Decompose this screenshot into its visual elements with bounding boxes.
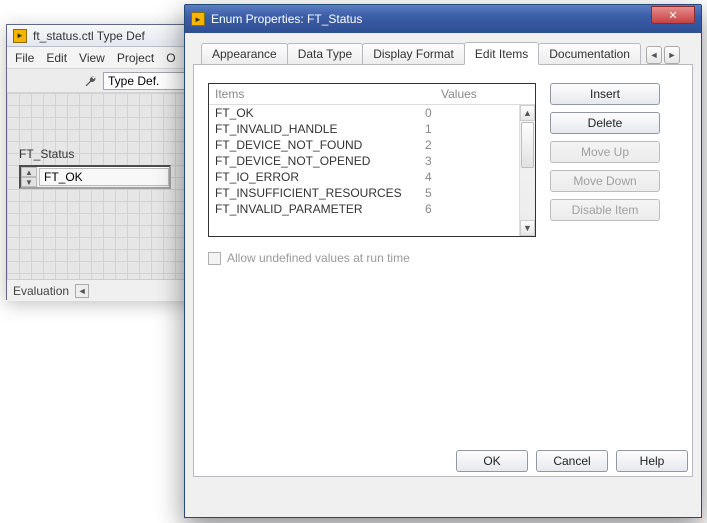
dialog-body: Appearance Data Type Display Format Edit…: [193, 41, 693, 509]
tab-spinner[interactable]: ◄ ►: [646, 46, 680, 64]
tab-spin-right-icon[interactable]: ►: [664, 46, 680, 64]
tab-data-type[interactable]: Data Type: [287, 43, 363, 64]
table-row: FT_IO_ERROR4: [209, 169, 519, 185]
scroll-thumb[interactable]: [521, 122, 534, 168]
side-buttons: Insert Delete Move Up Move Down Disable …: [550, 83, 660, 221]
table-row: FT_DEVICE_NOT_OPENED3: [209, 153, 519, 169]
enum-incdec[interactable]: ▲ ▼: [21, 167, 37, 187]
enum-control[interactable]: ▲ ▼ FT_OK: [19, 165, 171, 189]
items-header: Items Values: [209, 84, 535, 105]
scroll-down-icon[interactable]: ▼: [520, 220, 535, 236]
typedef-mode-label: Type Def.: [108, 74, 159, 88]
tab-appearance[interactable]: Appearance: [201, 43, 288, 64]
tab-spin-left-icon[interactable]: ◄: [646, 46, 662, 64]
table-row: FT_INVALID_PARAMETER6: [209, 201, 519, 217]
dialog-titlebar[interactable]: Enum Properties: FT_Status ✕: [185, 5, 701, 33]
menu-edit[interactable]: Edit: [46, 51, 67, 65]
delete-button[interactable]: Delete: [550, 112, 660, 134]
ok-button[interactable]: OK: [456, 450, 528, 472]
allow-undefined-label: Allow undefined values at run time: [227, 251, 410, 265]
move-up-button[interactable]: Move Up: [550, 141, 660, 163]
dialog-footer: OK Cancel Help: [452, 444, 692, 476]
scroll-up-icon[interactable]: ▲: [520, 105, 535, 121]
tab-page-edit-items: Items Values FT_OK0 FT_INVALID_HANDLE1 F…: [193, 65, 693, 477]
allow-undefined-row[interactable]: Allow undefined values at run time: [208, 251, 678, 265]
insert-button[interactable]: Insert: [550, 83, 660, 105]
disable-item-button[interactable]: Disable Item: [550, 199, 660, 221]
enum-inc-icon[interactable]: ▲: [21, 167, 37, 177]
typedef-title: ft_status.ctl Type Def: [33, 29, 145, 43]
table-row: FT_DEVICE_NOT_FOUND2: [209, 137, 519, 153]
items-scrollbar[interactable]: ▲ ▼: [519, 105, 535, 236]
tabstrip: Appearance Data Type Display Format Edit…: [193, 41, 693, 65]
menu-truncated[interactable]: O: [166, 51, 175, 65]
menu-view[interactable]: View: [79, 51, 105, 65]
items-header-items: Items: [209, 84, 435, 104]
close-button[interactable]: ✕: [651, 6, 695, 24]
items-listbox[interactable]: Items Values FT_OK0 FT_INVALID_HANDLE1 F…: [208, 83, 536, 237]
dialog-title: Enum Properties: FT_Status: [211, 12, 362, 26]
wrench-icon: [83, 74, 97, 88]
enum-control-label[interactable]: FT_Status: [19, 147, 74, 161]
menu-project[interactable]: Project: [117, 51, 154, 65]
enum-control-value[interactable]: FT_OK: [39, 168, 169, 186]
items-header-values: Values: [435, 84, 535, 104]
table-row: FT_OK0: [209, 105, 519, 121]
menu-file[interactable]: File: [15, 51, 34, 65]
close-icon: ✕: [668, 9, 677, 22]
allow-undefined-checkbox[interactable]: [208, 252, 221, 265]
scroll-left-icon[interactable]: ◄: [75, 284, 89, 298]
enum-dec-icon[interactable]: ▼: [21, 177, 37, 187]
help-button[interactable]: Help: [616, 450, 688, 472]
table-row: FT_INSUFFICIENT_RESOURCES5: [209, 185, 519, 201]
cancel-button[interactable]: Cancel: [536, 450, 608, 472]
items-rows[interactable]: FT_OK0 FT_INVALID_HANDLE1 FT_DEVICE_NOT_…: [209, 105, 519, 236]
tab-display-format[interactable]: Display Format: [362, 43, 465, 64]
status-text: Evaluation: [13, 284, 69, 298]
labview-icon: [13, 29, 27, 43]
tab-edit-items[interactable]: Edit Items: [464, 42, 539, 65]
table-row: FT_INVALID_HANDLE1: [209, 121, 519, 137]
labview-icon: [191, 12, 205, 26]
enum-properties-dialog: Enum Properties: FT_Status ✕ Appearance …: [184, 4, 702, 518]
tab-documentation[interactable]: Documentation: [538, 43, 641, 64]
move-down-button[interactable]: Move Down: [550, 170, 660, 192]
